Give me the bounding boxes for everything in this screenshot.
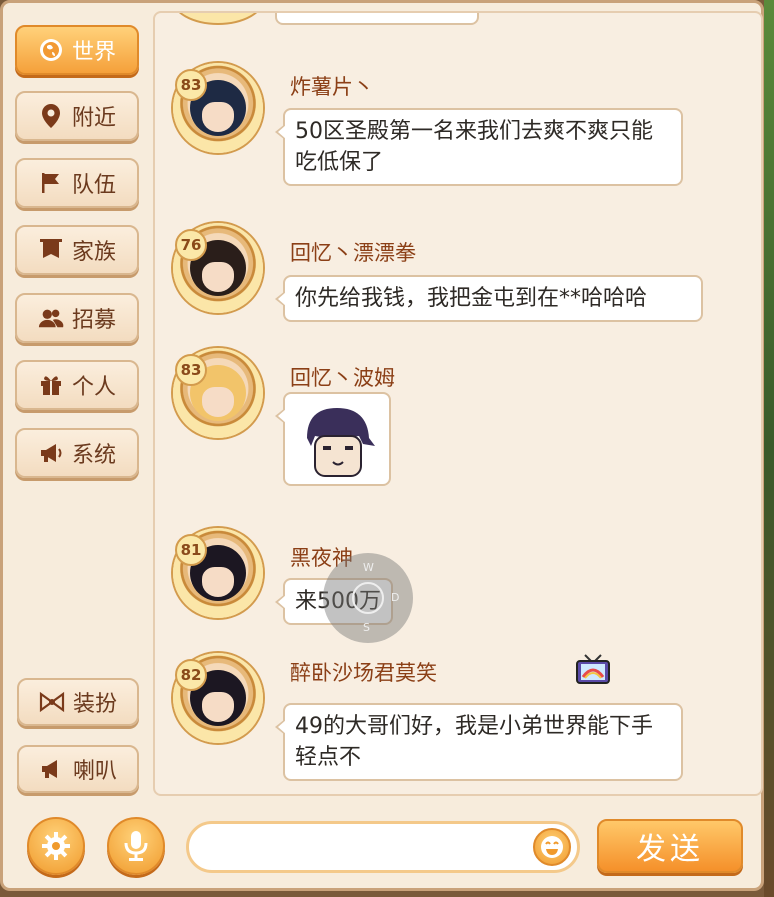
tab-team[interactable]: 队伍: [15, 158, 139, 208]
level-badge: 83: [175, 69, 207, 101]
chat-message-list[interactable]: 83 炸薯片丶 50区圣殿第一名来我们去爽不爽只能吃低保了 76 回忆丶漂漂拳 …: [153, 11, 763, 796]
users-icon: [38, 305, 64, 331]
costume-label: 装扮: [72, 692, 117, 717]
tab-recruit[interactable]: 招募: [15, 293, 139, 343]
tab-family[interactable]: 家族: [15, 225, 139, 275]
sender-name[interactable]: 回忆丶漂漂拳: [290, 237, 416, 267]
smiley-icon: [541, 836, 563, 858]
tab-team-label: 队伍: [71, 173, 116, 198]
costume-button[interactable]: 装扮: [17, 678, 139, 726]
bow-icon: [39, 689, 65, 715]
horn-label: 喇叭: [72, 759, 117, 784]
level-badge: 81: [175, 534, 207, 566]
tab-world-label: 世界: [71, 40, 116, 65]
sender-name[interactable]: 炸薯片丶: [290, 71, 374, 101]
joystick-knob[interactable]: [352, 582, 384, 614]
gear-icon: [42, 832, 70, 860]
banner-icon: [38, 237, 64, 263]
message-bubble: 50区圣殿第一名来我们去爽不爽只能吃低保了: [275, 108, 683, 186]
globe-icon: [38, 37, 64, 63]
settings-button[interactable]: [27, 817, 85, 875]
tab-recruit-label: 招募: [71, 308, 116, 333]
megaphone-icon: [38, 440, 64, 466]
level-badge: 83: [175, 354, 207, 386]
sender-name[interactable]: 回忆丶波姆: [290, 362, 395, 392]
message-bubble: 你先给我钱，我把金屯到在**哈哈哈: [275, 275, 703, 322]
pixel-face-sticker: [289, 398, 385, 482]
chat-panel: 世界 附近 队伍 家族 招募 个人 系统 装扮 喇叭 83 炸薯片丶 50区圣殿…: [0, 0, 764, 891]
emoji-button[interactable]: [533, 828, 571, 866]
joystick-right-label: D: [391, 591, 400, 604]
chat-input[interactable]: [186, 821, 580, 873]
voice-button[interactable]: [107, 817, 165, 875]
tab-world[interactable]: 世界: [15, 25, 139, 75]
send-button[interactable]: 发送: [597, 819, 743, 873]
tab-personal-label: 个人: [71, 375, 116, 400]
tab-nearby-label: 附近: [71, 106, 116, 131]
game-scene-edge: [764, 0, 774, 897]
flag-icon: [38, 170, 64, 196]
location-pin-icon: [38, 103, 64, 129]
joystick-down-label: S: [363, 621, 370, 634]
previous-avatar: [173, 13, 263, 23]
tab-family-label: 家族: [71, 240, 116, 265]
sender-name[interactable]: 醉卧沙场君莫笑: [290, 657, 437, 687]
tv-badge-icon: [575, 653, 611, 685]
gift-icon: [38, 372, 64, 398]
horn-button[interactable]: 喇叭: [17, 745, 139, 793]
tab-nearby[interactable]: 附近: [15, 91, 139, 141]
chat-input-bar: 发送: [3, 803, 767, 894]
level-badge: 82: [175, 659, 207, 691]
virtual-joystick[interactable]: W D S: [323, 553, 413, 643]
tab-system[interactable]: 系统: [15, 428, 139, 478]
horn-icon: [39, 756, 65, 782]
tab-system-label: 系统: [71, 443, 116, 468]
sticker-bubble: [275, 392, 391, 486]
microphone-icon: [124, 831, 148, 861]
previous-message-bubble: [275, 13, 479, 25]
level-badge: 76: [175, 229, 207, 261]
tab-personal[interactable]: 个人: [15, 360, 139, 410]
joystick-up-label: W: [363, 561, 374, 574]
message-bubble: 49的大哥们好，我是小弟世界能下手轻点不: [275, 703, 683, 781]
